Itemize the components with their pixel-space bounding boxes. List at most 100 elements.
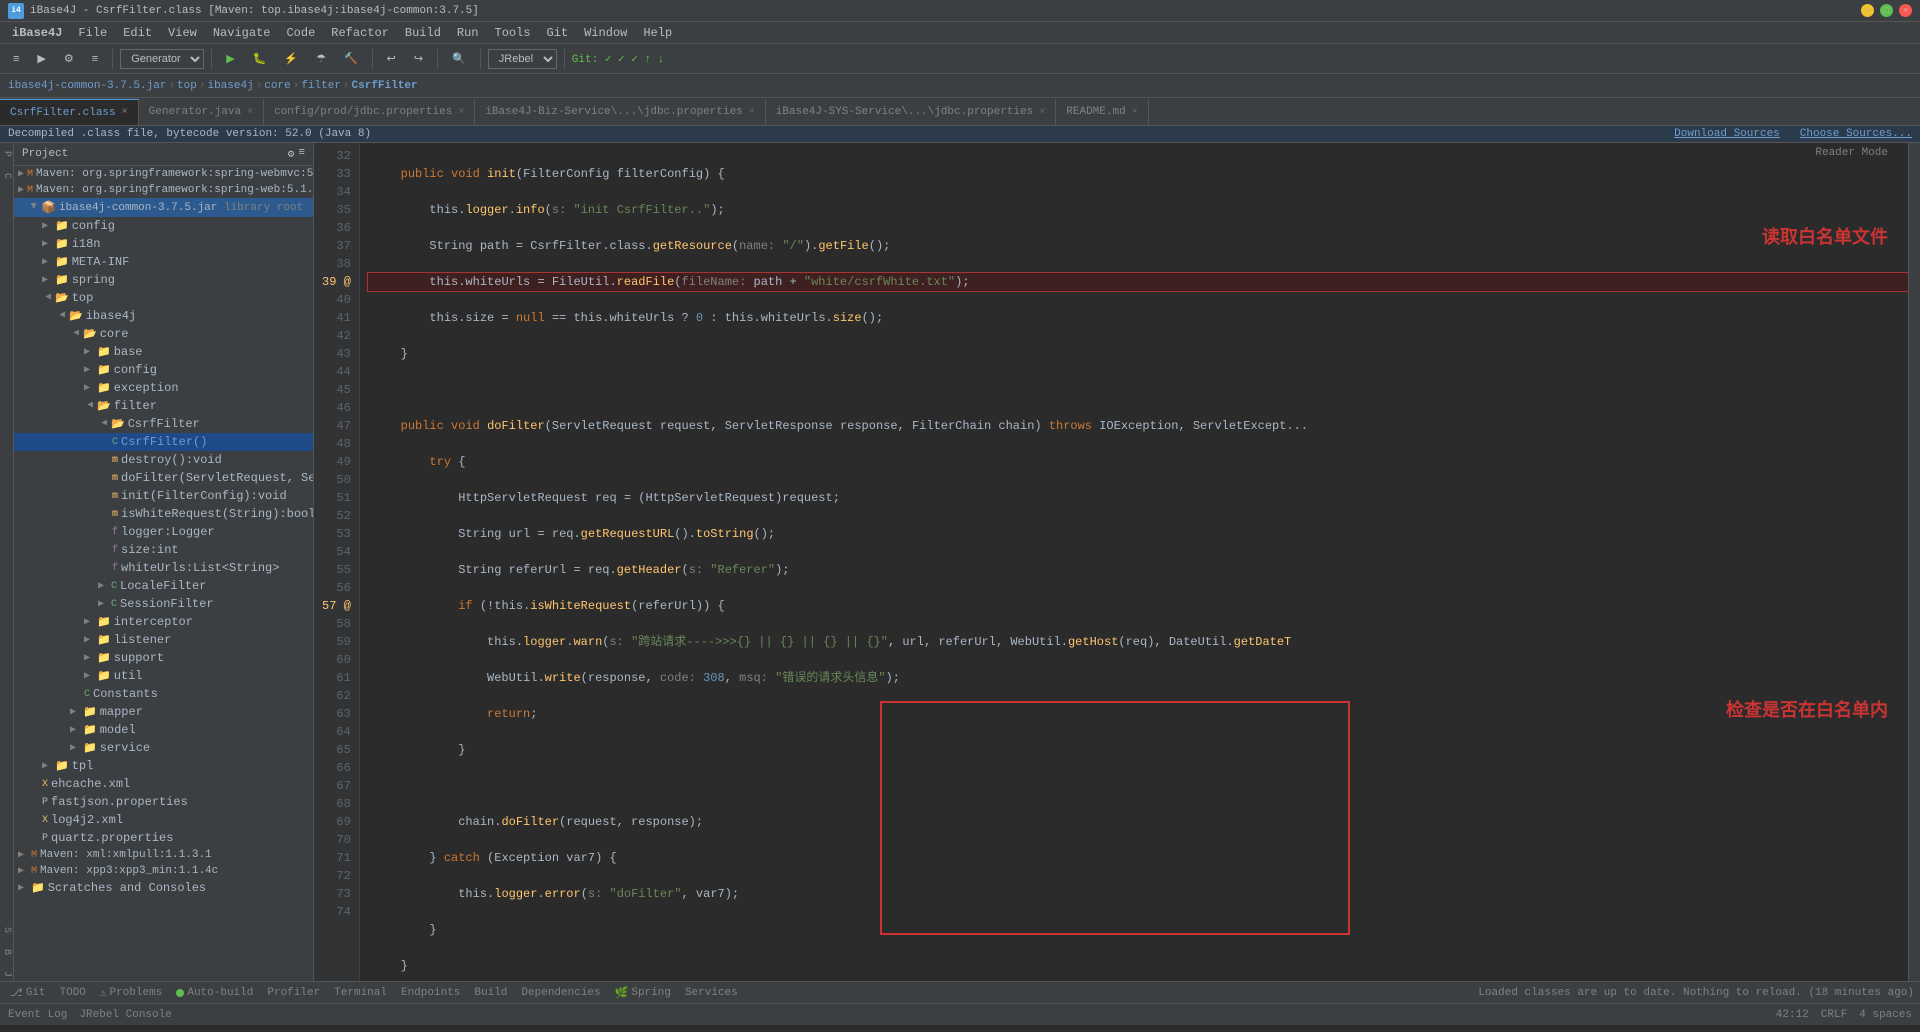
todo-btn[interactable]: TODO	[56, 986, 90, 1000]
tab-biz-jdbc[interactable]: iBase4J-Biz-Service\...\jdbc.properties …	[475, 99, 765, 125]
download-sources-link[interactable]: Download Sources	[1674, 128, 1780, 140]
auto-build-btn[interactable]: Auto-build	[172, 986, 257, 1000]
tree-item-xmlpull[interactable]: ▶ M Maven: xml:xmlpull:1.1.3.1	[14, 847, 313, 863]
menu-git[interactable]: Git	[539, 24, 577, 42]
sidebar-icon-2[interactable]: ≡	[298, 147, 305, 161]
profile-btn[interactable]: ⚡	[277, 49, 305, 68]
close-btn[interactable]: ×	[1899, 4, 1912, 17]
menu-view[interactable]: View	[160, 24, 205, 42]
jrebel-console-btn[interactable]: JRebel Console	[79, 1009, 171, 1021]
tree-item-filter[interactable]: ▼ 📂 filter	[14, 397, 313, 415]
minimize-btn[interactable]: −	[1861, 4, 1874, 17]
debug-btn[interactable]: 🐛	[246, 49, 274, 68]
tree-item-csrffilter-folder[interactable]: ▼ 📂 CsrfFilter	[14, 415, 313, 433]
tab-close-csrffilter[interactable]: ×	[122, 107, 128, 118]
sidebar-icon-1[interactable]: ⚙	[288, 147, 295, 161]
jrebel-dropdown[interactable]: JRebel	[488, 49, 557, 69]
tree-item-listener[interactable]: ▶ 📁 listener	[14, 631, 313, 649]
menu-code[interactable]: Code	[278, 24, 323, 42]
tab-close-readme[interactable]: ×	[1132, 107, 1138, 118]
jrebel-side-icon[interactable]: J	[0, 967, 13, 981]
tab-generator[interactable]: Generator.java ×	[139, 99, 264, 125]
run-btn[interactable]: ▶	[219, 49, 241, 68]
breadcrumb-filter[interactable]: filter	[301, 80, 341, 92]
tree-item-whiteurls[interactable]: f whiteUrls:List<String>	[14, 559, 313, 577]
bookmarks-icon[interactable]: B	[0, 945, 13, 959]
right-scrollbar[interactable]	[1908, 143, 1920, 981]
redo-btn[interactable]: ↪	[407, 49, 430, 68]
tree-item-constants[interactable]: C Constants	[14, 685, 313, 703]
tree-item-core[interactable]: ▼ 📂 core	[14, 325, 313, 343]
tree-item-sessionfilter[interactable]: ▶ C SessionFilter	[14, 595, 313, 613]
toolbar-btn-2[interactable]: ⚙	[57, 49, 81, 68]
terminal-btn[interactable]: Terminal	[330, 986, 391, 1000]
tree-item-destroy[interactable]: m destroy():void	[14, 451, 313, 469]
tab-sys-jdbc[interactable]: iBase4J-SYS-Service\...\jdbc.properties …	[766, 99, 1056, 125]
tree-item-support[interactable]: ▶ 📁 support	[14, 649, 313, 667]
tree-item-tpl[interactable]: ▶ 📁 tpl	[14, 757, 313, 775]
tree-item-size[interactable]: f size:int	[14, 541, 313, 559]
tree-item-logger[interactable]: f logger:Logger	[14, 523, 313, 541]
code-content[interactable]: public void init(FilterConfig filterConf…	[360, 143, 1908, 981]
tree-item-metainf[interactable]: ▶ 📁 META-INF	[14, 253, 313, 271]
menu-window[interactable]: Window	[576, 24, 635, 42]
tree-item-iswhiterequest[interactable]: m isWhiteRequest(String):boolean	[14, 505, 313, 523]
structure-icon[interactable]: S	[0, 923, 13, 937]
maximize-btn[interactable]: □	[1880, 4, 1893, 17]
code-area[interactable]: Reader Mode 32 33 34 35 36 37 38 39 @ 40…	[314, 143, 1908, 981]
tree-item-model[interactable]: ▶ 📁 model	[14, 721, 313, 739]
tree-item-base[interactable]: ▶ 📁 base	[14, 343, 313, 361]
menu-edit[interactable]: Edit	[115, 24, 160, 42]
menu-help[interactable]: Help	[635, 24, 680, 42]
profiler-btn[interactable]: Profiler	[263, 986, 324, 1000]
choose-sources-link[interactable]: Choose Sources...	[1800, 128, 1912, 140]
tree-item-ehcache[interactable]: X ehcache.xml	[14, 775, 313, 793]
services-btn[interactable]: Services	[681, 986, 742, 1000]
spring-btn[interactable]: 🌿 Spring	[611, 985, 675, 1001]
tree-item-localefilter[interactable]: ▶ C LocaleFilter	[14, 577, 313, 595]
breadcrumb-ibase4j[interactable]: ibase4j	[207, 80, 253, 92]
menu-file[interactable]: File	[70, 24, 115, 42]
generator-dropdown[interactable]: Generator	[120, 49, 204, 69]
breadcrumb-jar[interactable]: ibase4j-common-3.7.5.jar	[8, 80, 166, 92]
tree-item-quartz[interactable]: P quartz.properties	[14, 829, 313, 847]
tree-item-scratches[interactable]: ▶ 📁 Scratches and Consoles	[14, 879, 313, 897]
tab-close-generator[interactable]: ×	[247, 107, 253, 118]
project-icon[interactable]: P	[0, 147, 13, 161]
toolbar-btn-1[interactable]: ▶	[30, 49, 52, 68]
commit-icon[interactable]: C	[0, 169, 13, 183]
menu-run[interactable]: Run	[449, 24, 487, 42]
tree-item-log4j2[interactable]: X log4j2.xml	[14, 811, 313, 829]
git-btn[interactable]: ⎇ Git	[6, 985, 50, 1001]
tree-item-config[interactable]: ▶ 📁 config	[14, 217, 313, 235]
tree-item-service[interactable]: ▶ 📁 service	[14, 739, 313, 757]
tree-item-spring-web[interactable]: ▶ M Maven: org.springframework:spring-we…	[14, 182, 313, 198]
build-btn[interactable]: Build	[470, 986, 511, 1000]
menu-build[interactable]: Build	[397, 24, 449, 42]
tree-item-util[interactable]: ▶ 📁 util	[14, 667, 313, 685]
tree-item-interceptor[interactable]: ▶ 📁 interceptor	[14, 613, 313, 631]
toolbar-btn-3[interactable]: ≡	[85, 50, 105, 68]
toolbar-project-btn[interactable]: ≡	[6, 50, 26, 68]
menu-refactor[interactable]: Refactor	[323, 24, 397, 42]
search-btn[interactable]: 🔍	[445, 49, 473, 68]
tree-item-ibase4j-common-jar[interactable]: ▶ 📦 ibase4j-common-3.7.5.jar library roo…	[14, 198, 313, 217]
tree-item-mapper[interactable]: ▶ 📁 mapper	[14, 703, 313, 721]
tree-item-csrffilter-constructor[interactable]: C CsrfFilter()	[14, 433, 313, 451]
breadcrumb-top[interactable]: top	[177, 80, 197, 92]
tree-item-fastjson[interactable]: P fastjson.properties	[14, 793, 313, 811]
breadcrumb-csrffilter[interactable]: CsrfFilter	[352, 80, 418, 92]
tree-item-top[interactable]: ▼ 📂 top	[14, 289, 313, 307]
menu-navigate[interactable]: Navigate	[205, 24, 279, 42]
dependencies-btn[interactable]: Dependencies	[517, 986, 604, 1000]
tree-item-dofilter[interactable]: m doFilter(ServletRequest, ServletResp..…	[14, 469, 313, 487]
tree-item-spring[interactable]: ▶ 📁 spring	[14, 271, 313, 289]
tab-close-jdbc-config[interactable]: ×	[458, 107, 464, 118]
problems-btn[interactable]: ⚠ Problems	[96, 985, 166, 1001]
tree-item-init[interactable]: m init(FilterConfig):void	[14, 487, 313, 505]
tree-item-exception[interactable]: ▶ 📁 exception	[14, 379, 313, 397]
coverage-btn[interactable]: ☂	[309, 49, 333, 68]
tree-item-spring-webmvc[interactable]: ▶ M Maven: org.springframework:spring-we…	[14, 166, 313, 182]
tab-jdbc-config[interactable]: config/prod/jdbc.properties ×	[264, 99, 475, 125]
tree-item-ibase4j[interactable]: ▼ 📂 ibase4j	[14, 307, 313, 325]
